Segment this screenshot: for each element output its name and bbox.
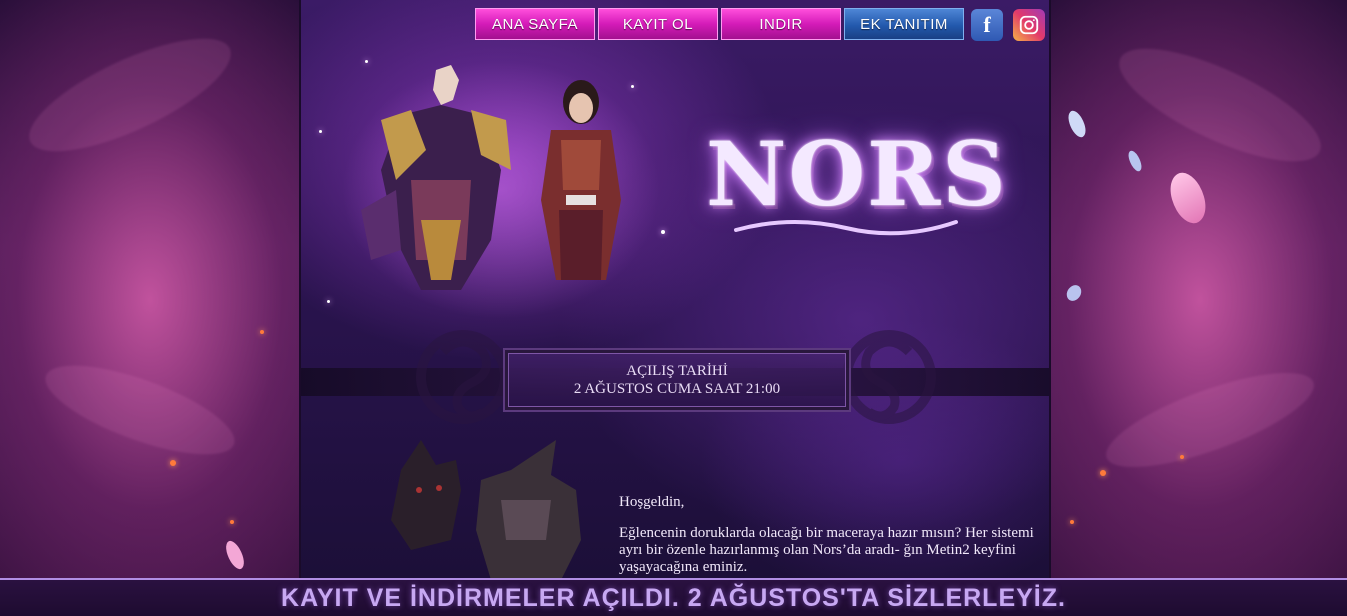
- dragon-emblem-left-icon: [416, 330, 510, 424]
- nav-download-button[interactable]: INDIR: [721, 8, 841, 40]
- sparkle: [661, 230, 665, 234]
- dragon-emblem-right-icon: [842, 330, 936, 424]
- nav-extra-intro-button[interactable]: EK TANITIM: [844, 8, 964, 40]
- welcome-greeting: Hoşgeldin,: [619, 494, 685, 510]
- nav-register-button[interactable]: KAYIT OL: [598, 8, 718, 40]
- announcement-text: KAYIT VE İNDİRMELER AÇILDI. 2 AĞUSTOS'TA…: [281, 583, 1066, 612]
- facebook-icon[interactable]: f: [971, 9, 1003, 41]
- announcement-bar: KAYIT VE İNDİRMELER AÇILDI. 2 AĞUSTOS'TA…: [0, 578, 1347, 616]
- sparkle: [319, 130, 322, 133]
- logo-swoosh: [734, 219, 958, 236]
- lower-characters-illustration: [391, 440, 581, 578]
- welcome-body: Eğlencenin doruklarda olacağı bir macera…: [619, 525, 1034, 575]
- sparkle: [327, 300, 330, 303]
- opening-date-value: 2 AĞUSTOS CUMA SAAT 21:00: [573, 381, 781, 397]
- top-navigation: ANA SAYFA KAYIT OL INDIR EK TANITIM: [475, 8, 964, 40]
- instagram-icon[interactable]: [1013, 9, 1045, 41]
- nav-home-button[interactable]: ANA SAYFA: [475, 8, 595, 40]
- opening-date-title: AÇILIŞ TARİHİ: [626, 363, 728, 379]
- opening-date-box: AÇILIŞ TARİHİ 2 AĞUSTOS CUMA SAAT 21:00: [503, 348, 851, 412]
- main-panel: ANA SAYFA KAYIT OL INDIR EK TANITIM f NO…: [299, 0, 1051, 578]
- welcome-text: Hoşgeldin, Eğlencenin doruklarda olacağı…: [619, 494, 1039, 578]
